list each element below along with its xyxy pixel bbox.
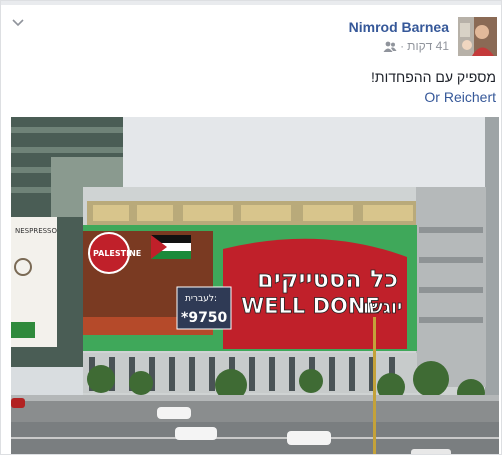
- timestamp-link[interactable]: 41 דקות: [407, 39, 449, 53]
- billboard-english: WELL DONE: [241, 294, 380, 318]
- tagged-person-link[interactable]: Or Reichert: [424, 89, 496, 105]
- post-photo[interactable]: NESPRESSO PALESTINE לעברית: *9750 כל הסט…: [11, 117, 499, 454]
- post-text: מספיק עם ההפחדות!: [371, 69, 496, 85]
- post-meta: 41 דקות ·: [383, 39, 449, 53]
- meta-separator: ·: [400, 39, 405, 53]
- badge-text: PALESTINE: [93, 249, 141, 258]
- billboard-hebrew-right: יוגשו: [363, 297, 402, 318]
- friends-icon[interactable]: [383, 41, 397, 52]
- feed-divider: [1, 1, 501, 5]
- flag-graphic: [151, 235, 191, 259]
- espresso-sign-text: NESPRESSO: [15, 227, 57, 235]
- price-label: לעברית:: [185, 294, 217, 304]
- post-card: Nimrod Barnea 41 דקות · מספיק עם ההפחדות…: [0, 0, 502, 455]
- price-number: *9750: [181, 310, 228, 326]
- author-name-link[interactable]: Nimrod Barnea: [349, 19, 449, 35]
- avatar[interactable]: [458, 17, 497, 56]
- billboard-headline: כל הסטייקים: [257, 265, 398, 293]
- chevron-down-icon[interactable]: [11, 15, 25, 29]
